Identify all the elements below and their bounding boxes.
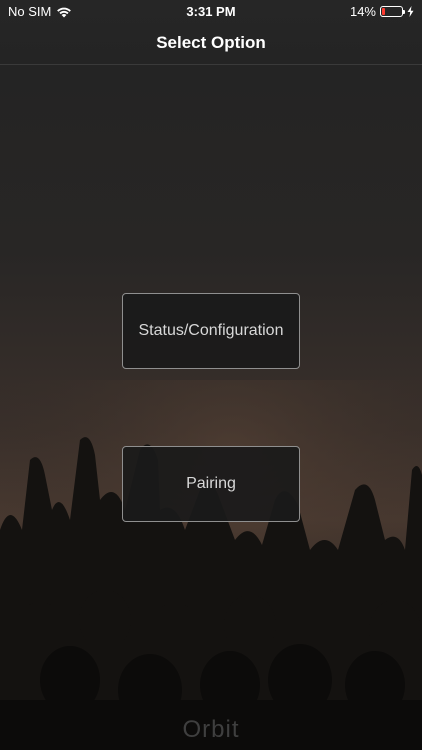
page-title: Select Option <box>156 33 266 52</box>
select-option-screen: No SIM 3:31 PM 14% Select Option Status/… <box>0 0 422 750</box>
status-right: 14% <box>350 4 414 19</box>
pairing-button[interactable]: Pairing <box>122 446 300 522</box>
navigation-bar: Select Option <box>0 22 422 65</box>
battery-level-fill <box>382 8 385 15</box>
battery-icon <box>380 6 405 17</box>
charging-bolt-icon <box>407 6 414 17</box>
status-bar: No SIM 3:31 PM 14% <box>0 0 422 22</box>
battery-percent: 14% <box>349 4 376 19</box>
status-configuration-button[interactable]: Status/Configuration <box>122 293 300 369</box>
concert-crowd-background <box>0 380 422 750</box>
orbit-logo: Orbit <box>182 716 240 743</box>
